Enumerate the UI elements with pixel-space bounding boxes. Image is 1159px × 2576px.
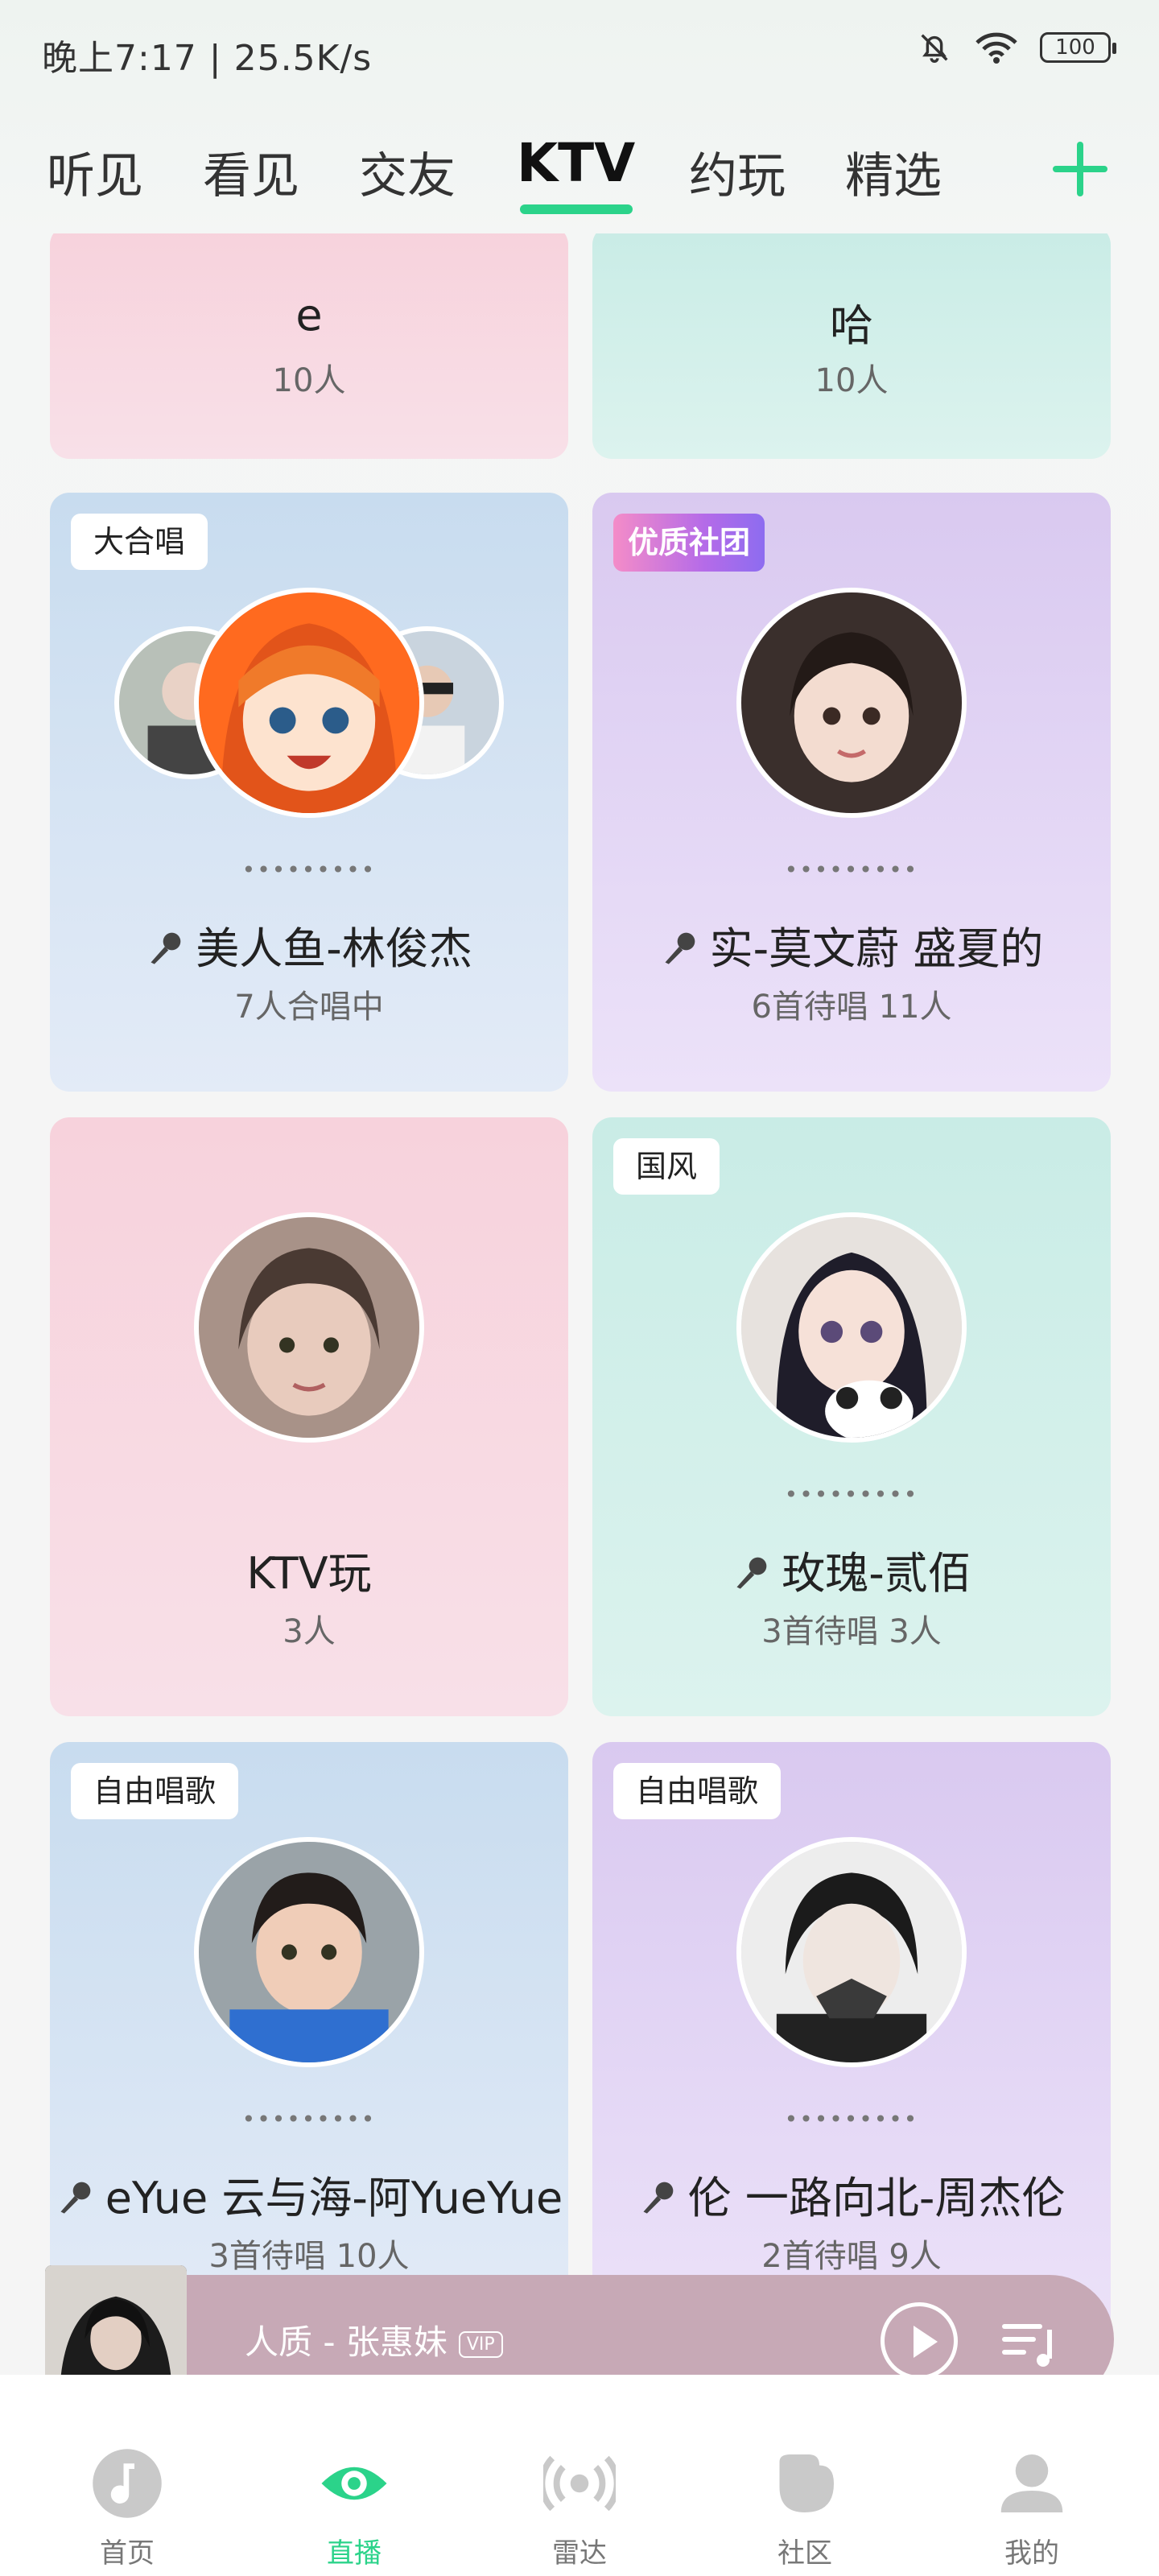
room-title-text: 实-莫文蔚 盛夏的 xyxy=(709,923,1044,974)
audio-dots: ••••••••• xyxy=(784,857,919,883)
add-icon[interactable] xyxy=(1050,138,1111,200)
now-playing[interactable]: 人质 - 张惠妹 VIP xyxy=(245,2315,503,2364)
community-icon xyxy=(779,2454,834,2512)
avatar xyxy=(194,1837,424,2067)
audio-dots: ••••••••• xyxy=(784,2106,919,2132)
nav-home[interactable]: 首页 xyxy=(47,2447,208,2570)
tab-ktv[interactable]: KTV xyxy=(517,132,635,194)
battery-level: 100 xyxy=(1055,35,1095,60)
room-card[interactable]: 大合唱 ••••••••• 美人鱼-林俊杰 7人合唱中 xyxy=(50,493,568,1092)
room-tag: 自由唱歌 xyxy=(613,1763,782,1819)
nav-label: 社区 xyxy=(777,2537,832,2570)
avatar xyxy=(736,1212,967,1443)
room-members: 6首待唱 11人 xyxy=(751,989,952,1026)
room-title: eYue 云与海-阿YueYue xyxy=(50,2162,568,2227)
top-tabs: 听见 看见 交友 KTV 约玩 精选 xyxy=(0,121,1159,225)
tab-jingxuan[interactable]: 精选 xyxy=(845,137,942,207)
room-title-text: 美人鱼-林俊杰 xyxy=(196,923,472,974)
song-title: 人质 - 张惠妹 xyxy=(245,2322,448,2362)
vip-badge: VIP xyxy=(458,2331,503,2358)
nav-label: 雷达 xyxy=(552,2537,607,2570)
room-title-text: 伦 一路向北-周杰伦 xyxy=(687,2173,1066,2223)
tab-kanjian[interactable]: 看见 xyxy=(203,137,299,207)
room-members: 10人 xyxy=(272,362,346,399)
room-card[interactable]: KTV玩 3人 xyxy=(50,1117,568,1716)
room-members: 3人 xyxy=(283,1613,336,1650)
bottom-nav: 首页 直播 雷达 社区 我的 xyxy=(0,2375,1159,2576)
room-card[interactable]: 自由唱歌 ••••••••• 伦 一路向北-周杰伦 2首待唱 9人 xyxy=(592,1742,1111,2341)
wifi-icon xyxy=(974,29,1019,66)
status-icons: 100 xyxy=(916,29,1116,66)
nav-label: 直播 xyxy=(327,2537,382,2570)
mute-bell-icon xyxy=(916,29,953,66)
avatar xyxy=(736,588,967,818)
room-grid: e 10人 哈 10人 大合唱 ••••••••• 美人鱼-林俊杰 7人合唱中 … xyxy=(0,233,1159,2343)
nav-label: 首页 xyxy=(100,2537,155,2570)
avatar xyxy=(736,1837,967,2067)
room-card[interactable]: 优质社团 ••••••••• 实-莫文蔚 盛夏的 6首待唱 11人 xyxy=(592,493,1111,1092)
microphone-icon xyxy=(638,2175,680,2227)
status-bar: 晚上7:17 | 25.5K/s 100 xyxy=(0,0,1159,105)
room-card[interactable]: 自由唱歌 ••••••••• eYue 云与海-阿YueYue 3首待唱 10人 xyxy=(50,1742,568,2341)
play-button[interactable] xyxy=(881,2302,958,2380)
active-tab-indicator xyxy=(520,204,633,214)
microphone-icon xyxy=(660,926,702,978)
eye-icon xyxy=(321,2467,387,2500)
room-card[interactable]: 哈 10人 xyxy=(592,233,1111,459)
room-card[interactable]: e 10人 xyxy=(50,233,568,459)
microphone-icon xyxy=(56,2175,97,2227)
nav-label: 我的 xyxy=(1004,2537,1059,2570)
room-tag: 自由唱歌 xyxy=(71,1763,239,1819)
room-title-text: 玫瑰-贰佰 xyxy=(782,1548,971,1599)
room-card[interactable]: 国风 ••••••••• 玫瑰-贰佰 3首待唱 3人 xyxy=(592,1117,1111,1716)
tab-yuewan[interactable]: 约玩 xyxy=(689,137,786,207)
playlist-icon[interactable] xyxy=(998,2310,1062,2375)
audio-dots: ••••••••• xyxy=(784,1481,919,1508)
nav-community[interactable]: 社区 xyxy=(724,2447,885,2570)
room-members: 10人 xyxy=(815,362,889,399)
room-title: 哈 xyxy=(830,300,873,351)
room-tag: 国风 xyxy=(613,1138,720,1195)
avatar xyxy=(194,1212,424,1443)
room-title: e xyxy=(295,290,323,341)
nav-radar[interactable]: 雷达 xyxy=(499,2447,660,2570)
room-members: 3首待唱 3人 xyxy=(761,1613,942,1650)
premium-club-badge: 优质社团 xyxy=(613,514,765,572)
microphone-icon xyxy=(732,1550,773,1603)
battery-icon: 100 xyxy=(1040,32,1116,63)
room-tag: 大合唱 xyxy=(71,514,208,570)
nav-profile[interactable]: 我的 xyxy=(951,2447,1112,2570)
room-members: 2首待唱 9人 xyxy=(761,2238,942,2275)
radar-icon xyxy=(538,2455,621,2512)
nav-live[interactable]: 直播 xyxy=(274,2447,435,2570)
room-title: KTV玩 xyxy=(246,1548,372,1599)
avatar xyxy=(194,588,424,818)
tab-tingjian[interactable]: 听见 xyxy=(47,137,143,207)
audio-dots: ••••••••• xyxy=(241,2106,377,2132)
audio-dots: ••••••••• xyxy=(241,857,377,883)
microphone-icon xyxy=(146,926,188,978)
room-title: 伦 一路向北-周杰伦 xyxy=(592,2162,1111,2227)
room-title: 美人鱼-林俊杰 xyxy=(50,913,568,978)
profile-icon xyxy=(1000,2454,1063,2512)
status-time: 晚上7:17 | 25.5K/s xyxy=(42,38,373,79)
room-title-text: eYue 云与海-阿YueYue xyxy=(105,2173,563,2223)
tab-jiaoyou[interactable]: 交友 xyxy=(359,137,456,207)
room-members: 7人合唱中 xyxy=(234,989,384,1026)
room-title: 实-莫文蔚 盛夏的 xyxy=(592,913,1111,978)
music-note-icon xyxy=(93,2449,162,2518)
room-title: 玫瑰-贰佰 xyxy=(592,1538,1111,1603)
